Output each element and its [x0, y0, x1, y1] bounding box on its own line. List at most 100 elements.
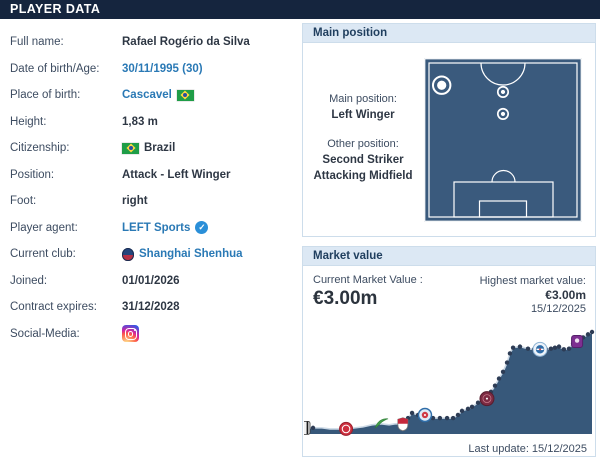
info-value: 1,83 m	[122, 116, 158, 128]
info-value-text[interactable]: Cascavel	[122, 89, 172, 101]
info-value-text: Rafael Rogério da Silva	[122, 36, 250, 48]
info-value: right	[122, 195, 148, 207]
info-value-text: Brazil	[144, 142, 175, 154]
crest-red-white-shield	[398, 418, 408, 431]
chart-data-point	[590, 330, 594, 334]
market-value-summary: Current Market Value : €3.00m Highest ma…	[303, 266, 595, 316]
info-label: Citizenship:	[10, 142, 122, 154]
chart-data-point	[501, 370, 505, 374]
chart-data-point	[526, 346, 530, 350]
info-row: Date of birth/Age:30/11/1995 (30)	[0, 56, 300, 83]
chart-data-point	[451, 416, 455, 420]
chart-data-point	[438, 416, 442, 420]
info-value: 01/01/2026	[122, 275, 180, 287]
info-label: Player agent:	[10, 222, 122, 234]
info-label: Position:	[10, 169, 122, 181]
current-market-value-label: Current Market Value :	[313, 274, 423, 286]
info-value-text: right	[122, 195, 148, 207]
info-value[interactable]: 30/11/1995 (30)	[122, 63, 203, 75]
current-market-value-block: Current Market Value : €3.00m	[313, 274, 423, 316]
chart-data-point	[466, 407, 470, 411]
info-value-text: 1,83 m	[122, 116, 158, 128]
chart-data-point	[518, 344, 522, 348]
market-value-chart	[304, 320, 596, 455]
last-update-text: Last update: 15/12/2025	[468, 443, 587, 455]
info-row: Full name:Rafael Rogério da Silva	[0, 29, 300, 56]
spacer	[303, 123, 423, 136]
main-position-label: Main position:	[303, 91, 423, 107]
chart-data-point	[508, 351, 512, 355]
chart-data-point	[460, 409, 464, 413]
info-value-text: 01/01/2026	[122, 275, 180, 287]
highest-market-value-date: 15/12/2025	[480, 302, 586, 316]
market-value-panel: Market value Current Market Value : €3.0…	[302, 246, 596, 457]
chart-data-point	[562, 347, 566, 351]
chart-data-point	[549, 346, 553, 350]
main-position-panel-header: Main position	[303, 24, 595, 43]
info-row: Position:Attack - Left Winger	[0, 162, 300, 189]
info-value-text: Attack - Left Winger	[122, 169, 231, 181]
highest-market-value-block: Highest market value: €3.00m 15/12/2025	[480, 274, 586, 316]
chart-data-point	[456, 413, 460, 417]
info-value-text[interactable]: LEFT Sports	[122, 222, 190, 234]
position-text-block: Main position: Left Winger Other positio…	[303, 91, 423, 227]
info-value-text[interactable]: Shanghai Shenhua	[139, 248, 243, 260]
crest-blue-white-round	[533, 342, 547, 356]
other-position-label: Other position:	[303, 136, 423, 152]
chart-data-point	[553, 345, 557, 349]
info-value: Rafael Rogério da Silva	[122, 36, 250, 48]
highest-market-value-label: Highest market value:	[480, 274, 586, 288]
chart-data-point	[505, 360, 509, 364]
info-label: Date of birth/Age:	[10, 63, 122, 75]
info-label: Contract expires:	[10, 301, 122, 313]
chart-data-point	[470, 405, 474, 409]
other-position-value-2: Attacking Midfield	[303, 168, 423, 184]
info-value[interactable]: Cascavel	[122, 89, 194, 101]
chart-data-point	[410, 411, 414, 415]
current-market-value: €3.00m	[313, 288, 423, 310]
market-value-panel-header: Market value	[303, 247, 595, 266]
info-value[interactable]: LEFT Sports ✓	[122, 221, 208, 234]
info-row: Joined:01/01/2026	[0, 268, 300, 295]
chart-data-point	[586, 332, 590, 336]
info-value: Brazil	[122, 142, 175, 154]
chart-data-point	[567, 346, 571, 350]
instagram-icon[interactable]	[122, 325, 139, 342]
info-row: Current club: Shanghai Shenhua	[0, 241, 300, 268]
crest-purple	[572, 336, 583, 348]
chart-data-point	[557, 344, 561, 348]
chart-data-point	[311, 426, 315, 430]
info-value: 31/12/2028	[122, 301, 180, 313]
info-value	[122, 325, 139, 342]
pitch-diagram	[424, 58, 582, 227]
info-label: Place of birth:	[10, 89, 122, 101]
chart-data-point	[445, 416, 449, 420]
info-label: Current club:	[10, 248, 122, 260]
other-position-value-1: Second Striker	[303, 152, 423, 168]
info-row: Place of birth:Cascavel	[0, 82, 300, 109]
info-label: Foot:	[10, 195, 122, 207]
info-label: Social-Media:	[10, 328, 122, 340]
crest-red-circle	[340, 422, 353, 435]
verified-badge-icon: ✓	[195, 221, 208, 234]
info-value: Attack - Left Winger	[122, 169, 231, 181]
crest-black-white-stripes	[304, 421, 310, 434]
club-crest-icon[interactable]	[122, 248, 134, 261]
info-label: Joined:	[10, 275, 122, 287]
brazil-flag-icon	[177, 90, 194, 101]
crest-blue-red-round	[418, 408, 431, 421]
player-info-table: Full name:Rafael Rogério da SilvaDate of…	[0, 29, 300, 347]
info-row: Citizenship: Brazil	[0, 135, 300, 162]
chart-data-point	[493, 384, 497, 388]
page-header-bar: PLAYER DATA	[0, 0, 600, 19]
chart-data-point	[497, 376, 501, 380]
info-row: Contract expires:31/12/2028	[0, 294, 300, 321]
info-row: Social-Media:	[0, 321, 300, 348]
main-position-value: Left Winger	[303, 107, 423, 123]
info-value-text[interactable]: 30/11/1995 (30)	[122, 63, 203, 75]
highest-market-value: €3.00m	[480, 288, 586, 302]
info-value-text: 31/12/2028	[122, 301, 180, 313]
info-value[interactable]: Shanghai Shenhua	[122, 248, 243, 261]
brazil-flag-icon	[122, 143, 139, 154]
info-row: Foot:right	[0, 188, 300, 215]
